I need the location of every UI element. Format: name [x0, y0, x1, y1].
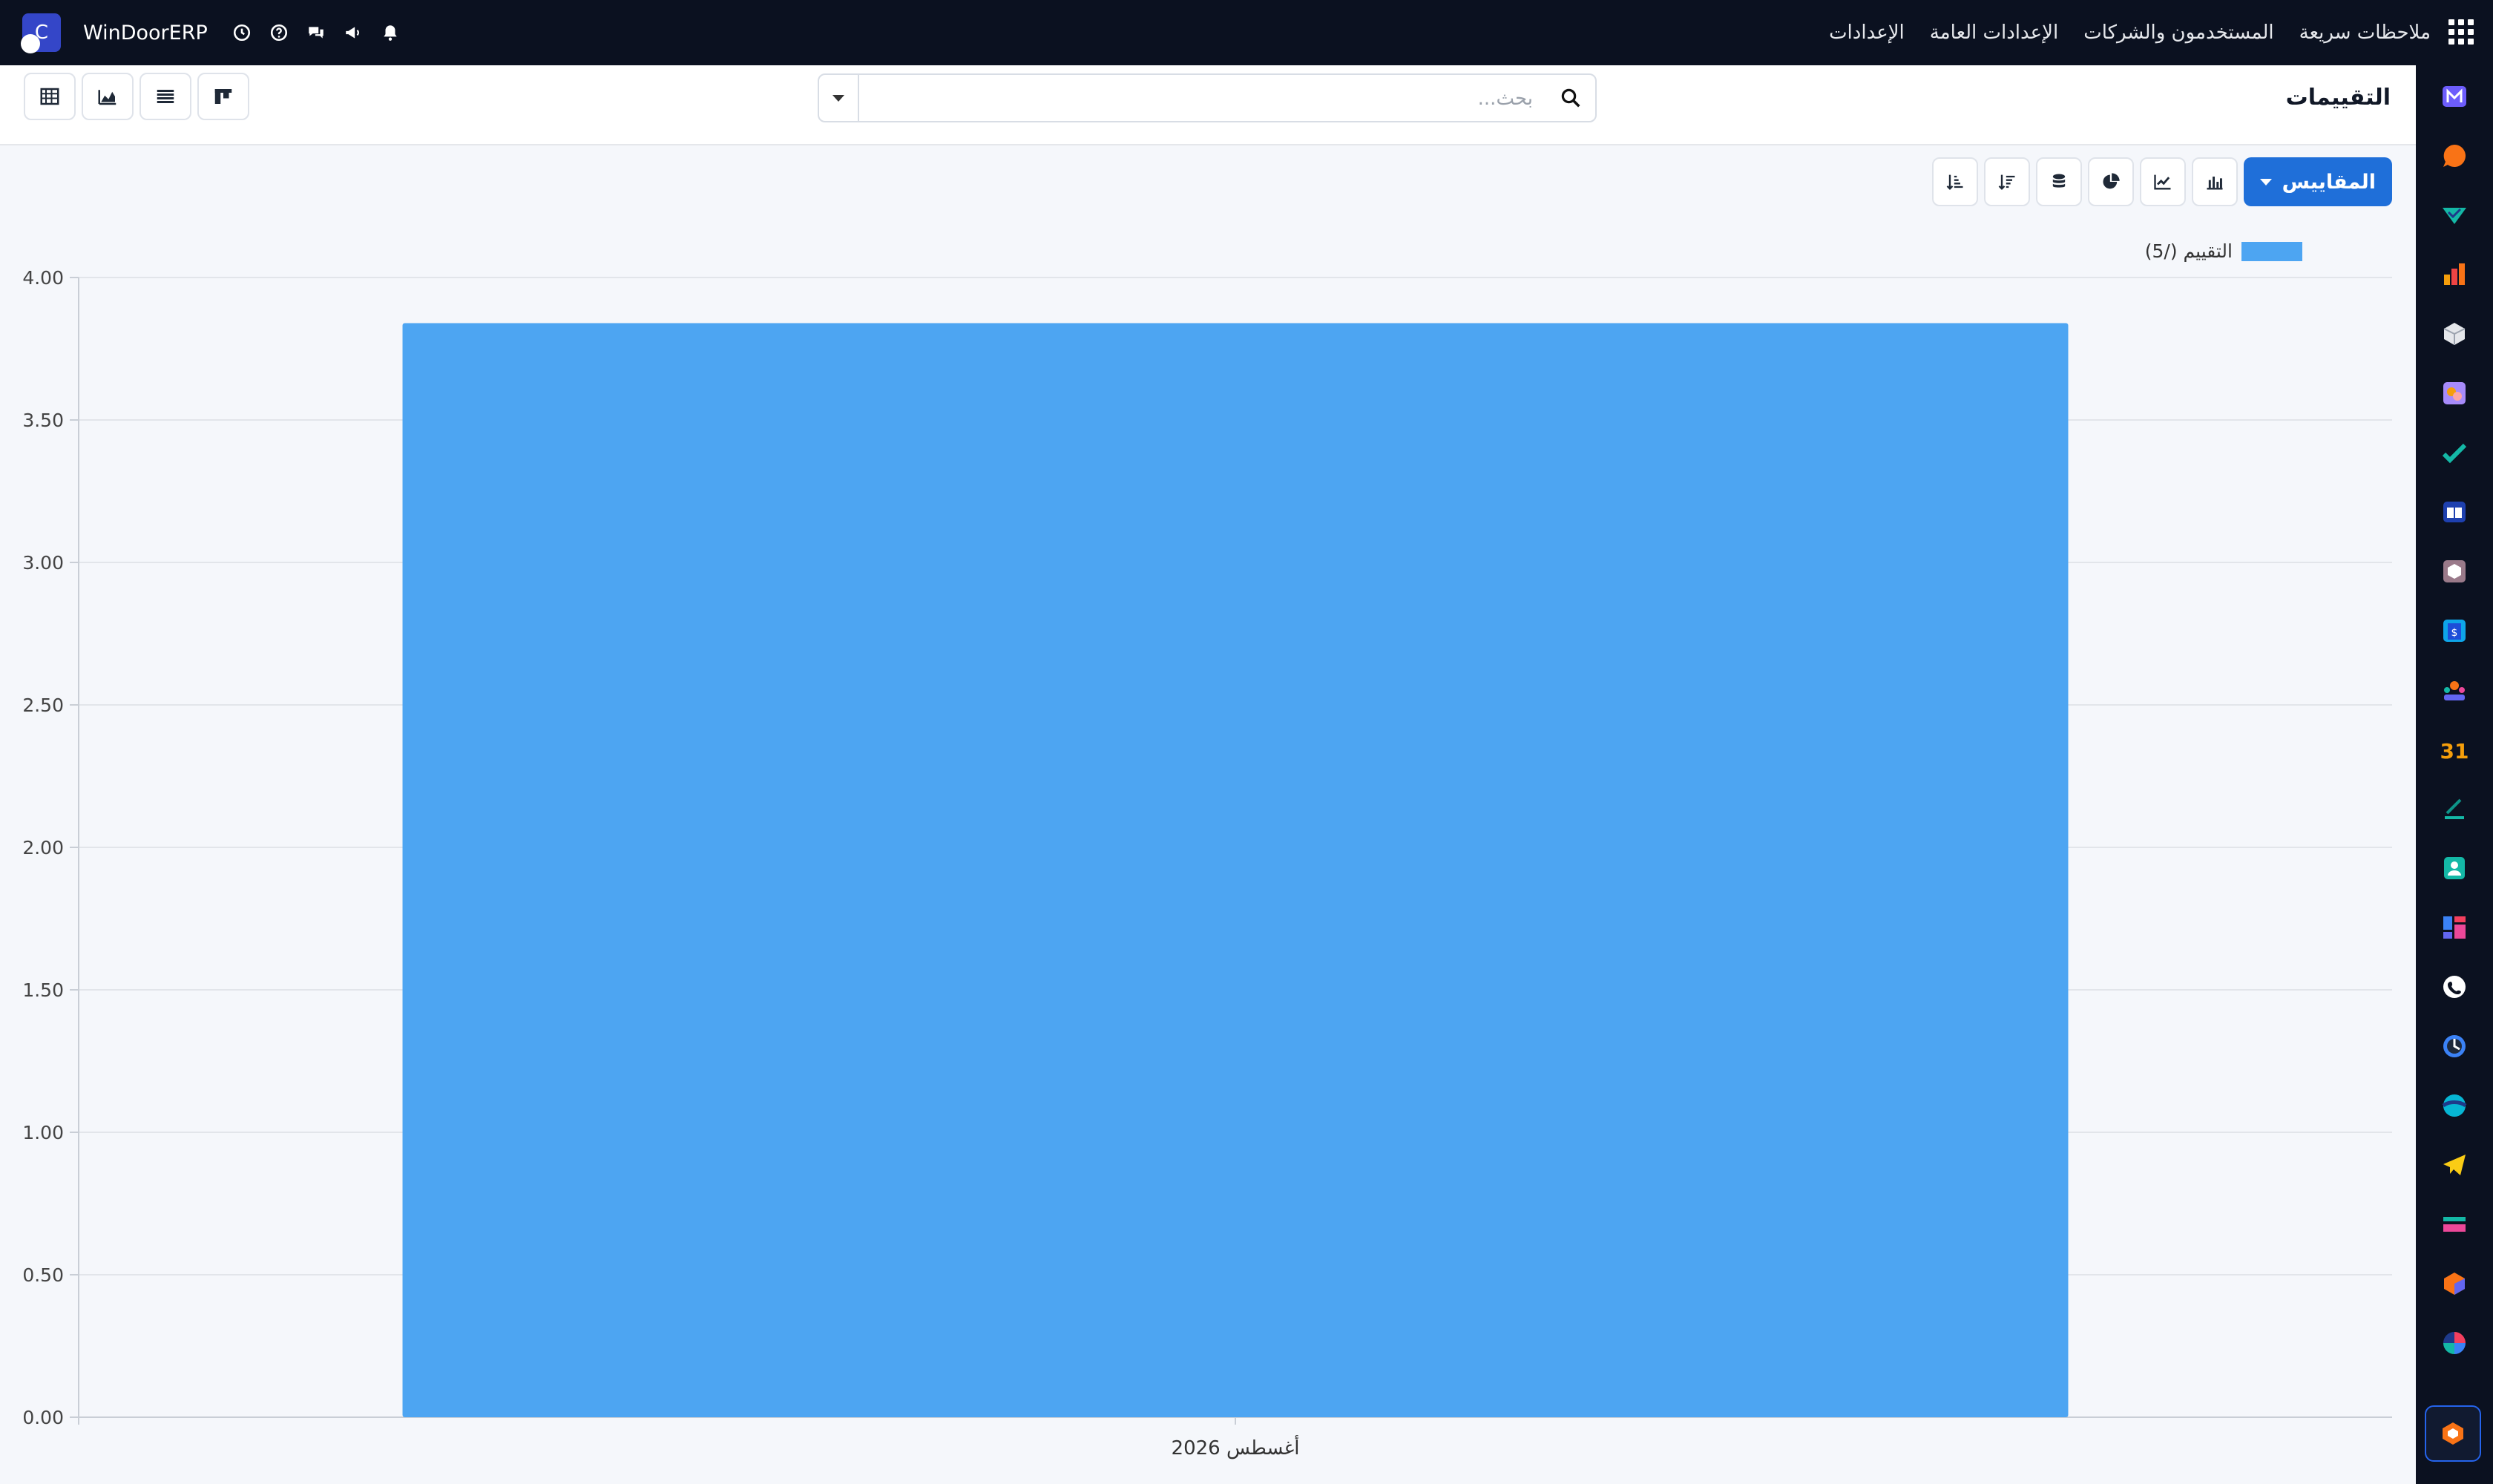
apps-menu-icon[interactable]: [2448, 19, 2474, 45]
bar-chart-button[interactable]: [2191, 157, 2238, 206]
list-view-button[interactable]: [139, 73, 191, 120]
search-input[interactable]: [864, 75, 1534, 122]
sort-descending-button[interactable]: [1983, 157, 2030, 206]
measures-label: المقاييس: [2282, 170, 2376, 194]
appraisal-app-icon[interactable]: [2441, 380, 2468, 407]
list-icon: [157, 90, 174, 103]
kanban-view-button[interactable]: [197, 73, 249, 120]
bar: [402, 323, 2069, 1418]
pie-chart-button[interactable]: [2087, 157, 2134, 206]
bell-icon[interactable]: [380, 22, 401, 43]
graph-view-button[interactable]: [82, 73, 134, 120]
search-options-toggle[interactable]: [819, 75, 859, 121]
top-navbar: الإعدادات الإعدادات العامة المستخدمون وا…: [0, 0, 2493, 65]
pivot-view-button[interactable]: [24, 73, 76, 120]
svg-text:$: $: [2451, 627, 2458, 639]
company-name[interactable]: WinDoorERP: [83, 22, 208, 45]
project-app-icon[interactable]: [2441, 439, 2468, 466]
bar-chart: 0.00 0.50 1.00 1.50 2.00 2.50 3.00 3.50 4.00 أغسط…: [22, 267, 2392, 1460]
area-chart-icon: [98, 90, 116, 105]
modules-app-icon[interactable]: [2441, 1270, 2468, 1297]
mail-app-icon[interactable]: [2441, 83, 2468, 110]
invoicing-app-icon[interactable]: $: [2441, 617, 2468, 644]
y-tick-label: 2.50: [22, 695, 64, 716]
telegram-app-icon[interactable]: [2441, 1152, 2468, 1178]
apps-sidebar: $ 31: [2416, 65, 2493, 1484]
elearning-app-icon[interactable]: [2441, 1092, 2468, 1119]
y-tick-label: 2.00: [22, 837, 64, 858]
sign-app-icon[interactable]: [2441, 795, 2468, 822]
clock-icon[interactable]: [231, 22, 252, 43]
y-tick-label: 3.50: [22, 410, 64, 431]
menu-quick-notes[interactable]: ملاحظات سريعة: [2299, 22, 2431, 44]
validation-app-icon[interactable]: [2441, 202, 2468, 229]
megaphone-icon[interactable]: [343, 22, 364, 43]
company-logo[interactable]: C: [21, 13, 61, 53]
employees-app-icon[interactable]: [2441, 677, 2468, 703]
time-off-app-icon[interactable]: [2441, 1033, 2468, 1060]
caret-down-icon: [2259, 178, 2272, 186]
graph-toolbar: المقاييس: [1931, 157, 2392, 206]
y-tick-label: 4.00: [22, 267, 64, 289]
products-app-icon[interactable]: [2441, 558, 2468, 585]
calendar-app-icon[interactable]: 31: [2440, 736, 2469, 764]
graph-area: التقييم (/5) 0.00 0.50 1.00 1.50 2.00 2.50 3.0…: [0, 223, 2416, 1484]
sort-ascending-button[interactable]: [1931, 157, 1978, 206]
help-icon[interactable]: [269, 22, 289, 43]
menu-settings[interactable]: الإعدادات: [1829, 22, 1905, 44]
control-panel: التقييمات: [0, 65, 2416, 145]
inventory-app-icon[interactable]: [2441, 321, 2468, 347]
ratings-app-icon-active[interactable]: [2425, 1405, 2481, 1462]
y-tick-label: 0.50: [22, 1264, 64, 1286]
y-tick-label: 1.00: [22, 1122, 64, 1143]
y-tick-label: 0.00: [22, 1407, 64, 1428]
navbar-systray: C WinDoorERP: [21, 0, 401, 65]
sort-descending-icon: [1998, 174, 2015, 190]
sort-ascending-icon: [1946, 174, 1963, 190]
menu-users-companies[interactable]: المستخدمون والشركات: [2083, 22, 2273, 44]
stacked-layers-icon: [2052, 174, 2065, 188]
view-switcher: [24, 73, 249, 120]
kanban-icon: [214, 89, 232, 104]
reporting-app-icon[interactable]: [2441, 261, 2468, 288]
main-menu: الإعدادات الإعدادات العامة المستخدمون وا…: [1829, 0, 2431, 65]
discuss-app-icon[interactable]: [2441, 142, 2468, 169]
page-title: التقييمات: [2285, 85, 2391, 111]
whatsapp-app-icon[interactable]: [2441, 974, 2468, 1000]
payroll-app-icon[interactable]: [2441, 1211, 2468, 1238]
menu-general-settings[interactable]: الإعدادات العامة: [1930, 22, 2058, 44]
y-tick-label: 1.50: [22, 979, 64, 1001]
surveys-app-icon[interactable]: [2441, 1330, 2468, 1356]
contacts-app-icon[interactable]: [2441, 855, 2468, 881]
caret-down-icon: [832, 94, 844, 102]
x-tick-label: أغسطس 2026: [1172, 1434, 1300, 1460]
bar-chart-icon: [2207, 177, 2223, 190]
knowledge-app-icon[interactable]: [2441, 499, 2468, 525]
pivot-table-icon: [40, 88, 59, 105]
pie-chart-icon: [2103, 173, 2120, 189]
line-chart-button[interactable]: [2139, 157, 2186, 206]
search-icon[interactable]: [1560, 87, 1582, 109]
measures-dropdown-button[interactable]: المقاييس: [2243, 157, 2392, 206]
stacked-button[interactable]: [2035, 157, 2082, 206]
chat-icon[interactable]: [306, 22, 326, 43]
svg-text:31: 31: [2441, 739, 2468, 763]
y-tick-label: 3.00: [22, 552, 64, 574]
dashboards-app-icon[interactable]: [2441, 914, 2468, 941]
line-chart-icon: [2153, 174, 2171, 190]
search-box: [818, 73, 1597, 122]
